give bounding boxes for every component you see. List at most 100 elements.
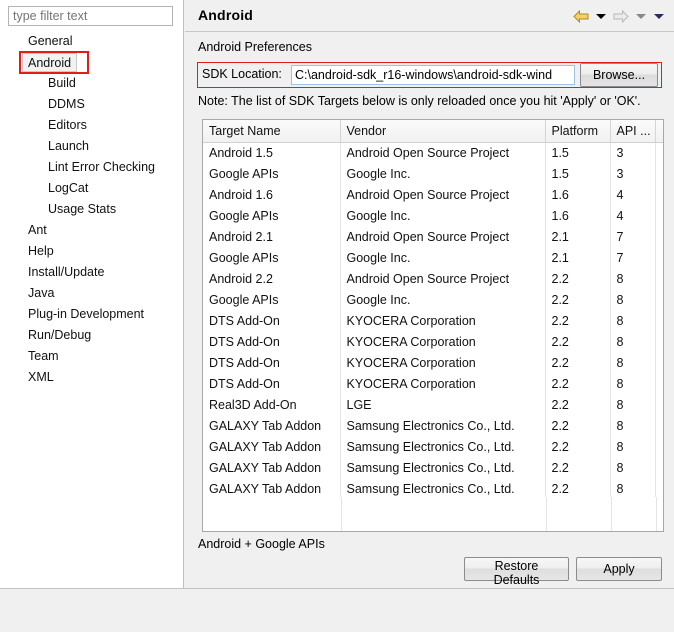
sidebar-item-general[interactable]: General xyxy=(0,31,184,52)
table-cell-spacer xyxy=(655,394,663,415)
sidebar-item-ddms[interactable]: DDMS xyxy=(0,94,184,115)
view-menu-chevron-down-icon[interactable] xyxy=(652,8,666,24)
navigation-toolbar xyxy=(572,8,666,24)
dialog-footer: ? @51CTO博客 OK Cancel xyxy=(0,589,674,632)
sidebar-item-build[interactable]: Build xyxy=(0,73,184,94)
column-header[interactable]: Platform xyxy=(545,120,611,143)
forward-history-chevron-down-icon xyxy=(634,8,648,24)
table-cell: KYOCERA Corporation xyxy=(340,373,546,394)
sidebar-item-lint-error-checking[interactable]: Lint Error Checking xyxy=(0,157,184,178)
sdk-location-label: SDK Location: xyxy=(202,67,282,81)
column-header[interactable]: API ... xyxy=(610,120,656,143)
table-body[interactable]: Android 1.5 Android Open Source Project 1.… xyxy=(203,142,663,499)
table-row[interactable]: DTS Add-On KYOCERA Corporation 2.2 8 xyxy=(203,373,663,394)
table-row[interactable]: GALAXY Tab Addon Samsung Electronics Co.,… xyxy=(203,415,663,436)
sdk-location-input[interactable] xyxy=(291,65,575,85)
table-cell: Google APIs xyxy=(203,247,341,268)
table-cell: Samsung Electronics Co., Ltd. xyxy=(340,436,546,457)
sidebar-item-label: DDMS xyxy=(48,97,85,111)
table-cell-spacer xyxy=(655,310,663,331)
table-row[interactable]: DTS Add-On KYOCERA Corporation 2.2 8 xyxy=(203,310,663,331)
filter-input[interactable] xyxy=(8,6,173,26)
table-row[interactable]: GALAXY Tab Addon Samsung Electronics Co.,… xyxy=(203,457,663,478)
table-row[interactable]: Google APIs Google Inc. 1.6 4 xyxy=(203,205,663,226)
table-cell: Samsung Electronics Co., Ltd. xyxy=(340,478,546,499)
sidebar-item-label: Editors xyxy=(48,118,87,132)
table-cell: 2.2 xyxy=(545,268,611,289)
table-header-row[interactable]: Target Name Vendor Platform API ... xyxy=(203,120,663,143)
sidebar-item-usage-stats[interactable]: Usage Stats xyxy=(0,199,184,220)
column-header[interactable]: Target Name xyxy=(203,120,341,143)
apply-button[interactable]: Apply xyxy=(576,557,662,581)
table-row[interactable]: DTS Add-On KYOCERA Corporation 2.2 8 xyxy=(203,352,663,373)
sidebar-item-android[interactable]: Android xyxy=(0,51,184,74)
table-cell: 2.2 xyxy=(545,457,611,478)
sidebar-item-team[interactable]: Team xyxy=(0,346,184,367)
back-history-chevron-down-icon[interactable] xyxy=(594,8,608,24)
sidebar-item-label: LogCat xyxy=(48,181,89,195)
column-header-spacer xyxy=(655,120,663,143)
table-cell: 8 xyxy=(610,415,656,436)
sidebar-item-label: XML xyxy=(28,370,54,384)
sidebar-item-launch[interactable]: Launch xyxy=(0,136,184,157)
sidebar-item-install-update[interactable]: Install/Update xyxy=(0,262,184,283)
table-row[interactable]: GALAXY Tab Addon Samsung Electronics Co.,… xyxy=(203,478,663,499)
column-header[interactable]: Vendor xyxy=(340,120,546,143)
sidebar-item-label: Install/Update xyxy=(28,265,105,279)
table-row[interactable]: GALAXY Tab Addon Samsung Electronics Co.,… xyxy=(203,436,663,457)
table-cell: Samsung Electronics Co., Ltd. xyxy=(340,415,546,436)
table-cell-spacer xyxy=(655,415,663,436)
sidebar-item-logcat[interactable]: LogCat xyxy=(0,178,184,199)
table-cell: 2.2 xyxy=(545,289,611,310)
table-cell: Android 2.2 xyxy=(203,268,341,289)
table-empty-area xyxy=(204,497,663,531)
page-title: Android xyxy=(198,7,254,23)
table-row[interactable]: Android 1.5 Android Open Source Project 1.… xyxy=(203,142,663,163)
table-cell: Android Open Source Project xyxy=(340,226,546,247)
sidebar-item-label: Java xyxy=(28,286,55,300)
table-row[interactable]: Real3D Add-On LGE 2.2 8 xyxy=(203,394,663,415)
browse-button[interactable]: Browse... xyxy=(580,63,658,87)
table-row[interactable]: Google APIs Google Inc. 1.5 3 xyxy=(203,163,663,184)
sidebar-item-label: Android xyxy=(22,53,78,72)
sidebar-item-label: Ant xyxy=(28,223,47,237)
sidebar-item-run-debug[interactable]: Run/Debug xyxy=(0,325,184,346)
targets-table-element: Target Name Vendor Platform API ... Android… xyxy=(203,120,663,499)
table-cell: 1.6 xyxy=(545,205,611,226)
table-cell: 3 xyxy=(610,142,656,163)
sidebar-item-help[interactable]: Help xyxy=(0,241,184,262)
sidebar-item-java[interactable]: Java xyxy=(0,283,184,304)
sidebar-item-label: Team xyxy=(28,349,59,363)
table-row[interactable]: Android 2.2 Android Open Source Project 2.… xyxy=(203,268,663,289)
table-cell: 2.1 xyxy=(545,247,611,268)
table-cell: Android 1.6 xyxy=(203,184,341,205)
table-row[interactable]: DTS Add-On KYOCERA Corporation 2.2 8 xyxy=(203,331,663,352)
table-cell: 8 xyxy=(610,436,656,457)
preferences-tree[interactable]: General Android Build DDMS Editors Launch Lint… xyxy=(0,31,184,388)
table-cell: GALAXY Tab Addon xyxy=(203,415,341,436)
sidebar-item-xml[interactable]: XML xyxy=(0,367,184,388)
restore-defaults-button[interactable]: Restore Defaults xyxy=(464,557,569,587)
sidebar-item-editors[interactable]: Editors xyxy=(0,115,184,136)
table-cell: 2.2 xyxy=(545,352,611,373)
table-cell: GALAXY Tab Addon xyxy=(203,436,341,457)
sidebar-item-plug-in-development[interactable]: Plug-in Development xyxy=(0,304,184,325)
table-cell: 2.2 xyxy=(545,478,611,499)
table-cell: Google APIs xyxy=(203,205,341,226)
sidebar-item-label: Usage Stats xyxy=(48,202,117,216)
table-cell: Android Open Source Project xyxy=(340,184,546,205)
table-row[interactable]: Android 1.6 Android Open Source Project 1.… xyxy=(203,184,663,205)
table-cell-spacer xyxy=(655,142,663,163)
sidebar-item-label: Build xyxy=(48,76,76,90)
sidebar-item-ant[interactable]: Ant xyxy=(0,220,184,241)
table-cell-spacer xyxy=(655,268,663,289)
table-row[interactable]: Google APIs Google Inc. 2.1 7 xyxy=(203,247,663,268)
sdk-targets-table[interactable]: Target Name Vendor Platform API ... Android… xyxy=(202,119,664,532)
table-row[interactable]: Android 2.1 Android Open Source Project 2.… xyxy=(203,226,663,247)
table-cell: 7 xyxy=(610,247,656,268)
back-arrow-icon[interactable] xyxy=(572,8,590,24)
preferences-dialog: General Android Build DDMS Editors Launch Lint… xyxy=(0,0,674,632)
table-cell: KYOCERA Corporation xyxy=(340,310,546,331)
table-cell: 8 xyxy=(610,268,656,289)
table-row[interactable]: Google APIs Google Inc. 2.2 8 xyxy=(203,289,663,310)
